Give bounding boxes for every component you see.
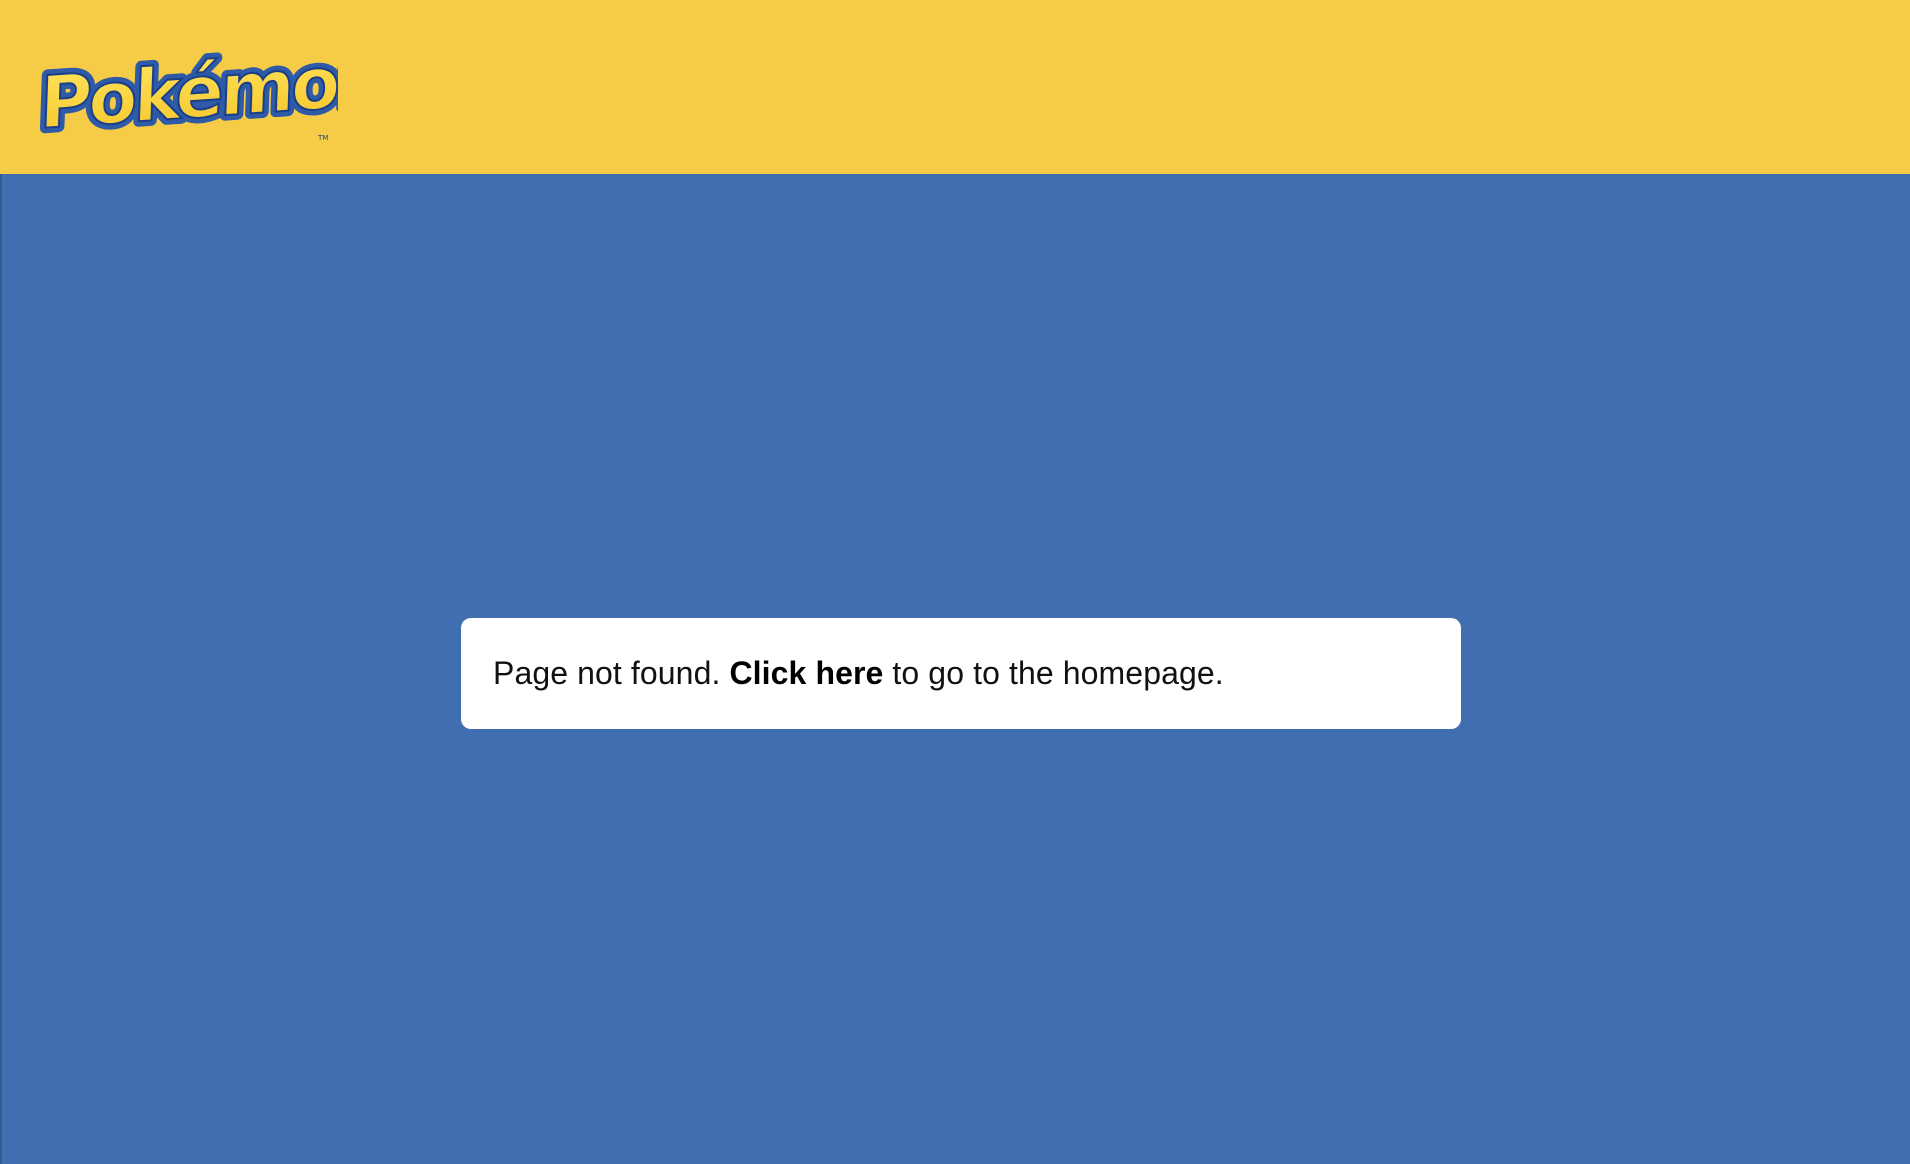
logo-wordmark-outline: Pokémon	[38, 38, 338, 146]
logo-trademark: TM	[317, 134, 328, 142]
message-prefix: Page not found.	[493, 655, 730, 691]
window-edge	[0, 174, 2, 1164]
site-header: Pokémon Pokémon TM	[0, 0, 1910, 174]
pokemon-logo[interactable]: Pokémon Pokémon TM	[28, 26, 338, 148]
homepage-link[interactable]: Click here	[729, 655, 883, 691]
not-found-message: Page not found. Click here to go to the …	[493, 655, 1224, 692]
message-suffix: to go to the homepage.	[883, 655, 1224, 691]
not-found-card: Page not found. Click here to go to the …	[461, 618, 1461, 729]
